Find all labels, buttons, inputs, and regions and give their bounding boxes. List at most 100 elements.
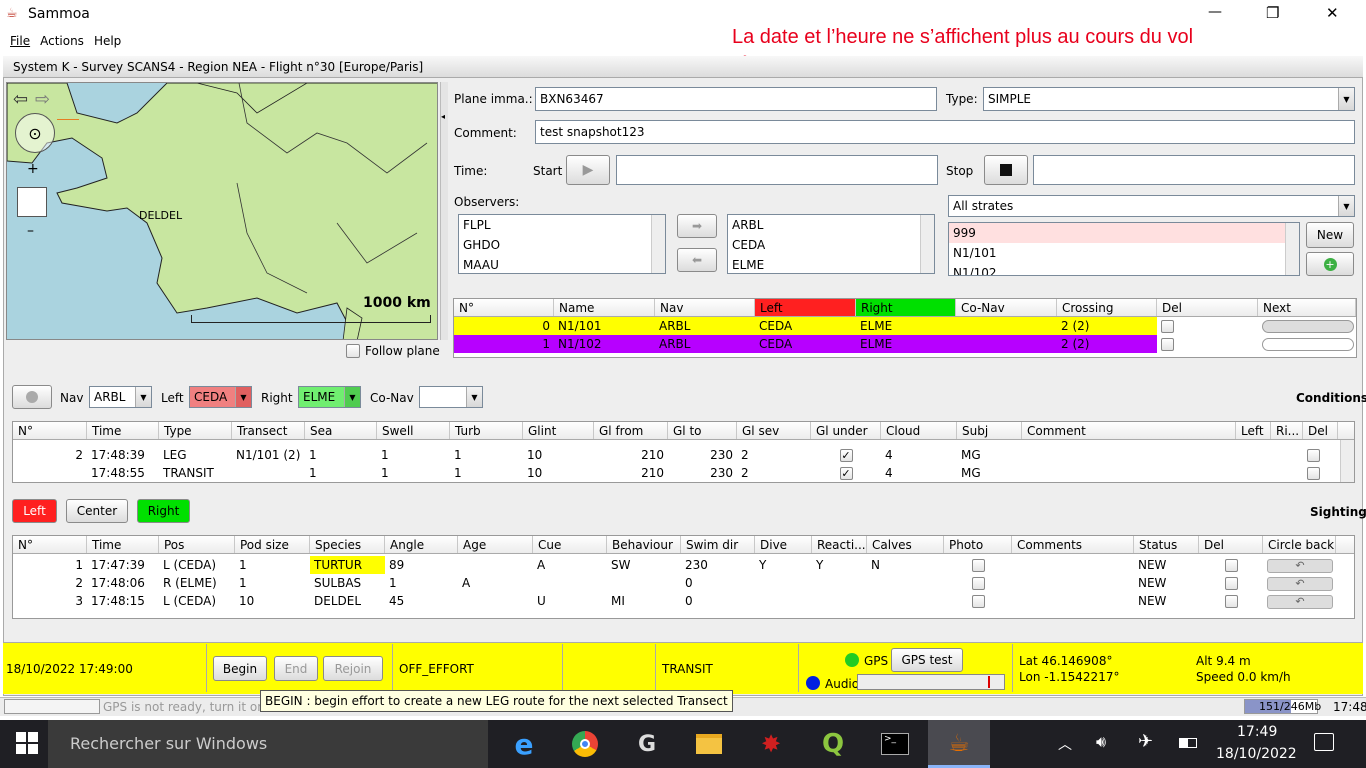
menu-file[interactable]: File xyxy=(10,30,30,52)
col-header[interactable]: Del xyxy=(1199,536,1263,553)
col-header[interactable]: Type xyxy=(159,422,232,439)
col-no[interactable]: N° xyxy=(454,299,554,316)
stop-button[interactable] xyxy=(984,155,1028,185)
photo-checkbox[interactable] xyxy=(944,556,1012,574)
conav-select[interactable]: ▼ xyxy=(419,386,483,408)
col-header[interactable]: Gl sev xyxy=(737,422,811,439)
list-item[interactable]: N1/101 xyxy=(949,243,1299,263)
list-item[interactable]: N1/102 xyxy=(949,263,1299,275)
circle-back-button[interactable]: ↶ xyxy=(1263,592,1336,610)
taskbar-date[interactable]: 18/10/2022 xyxy=(1216,746,1297,762)
chevron-up-icon[interactable]: ︿ xyxy=(1058,734,1072,754)
col-header[interactable]: Gl under xyxy=(811,422,881,439)
list-item[interactable]: 999 xyxy=(949,223,1299,243)
windows-start-icon[interactable] xyxy=(16,732,38,754)
delete-checkbox[interactable] xyxy=(1199,574,1263,592)
col-header[interactable]: Cue xyxy=(533,536,607,553)
col-header[interactable]: Glint xyxy=(523,422,594,439)
col-header[interactable]: Comment xyxy=(1022,422,1236,439)
col-header[interactable]: Dive xyxy=(755,536,812,553)
zoom-slider-icon[interactable] xyxy=(17,187,47,217)
delete-checkbox[interactable] xyxy=(1303,464,1338,482)
table-row[interactable]: 2 17:48:06 R (ELME) 1 SULBAS 1 A 0 NEW ↶ xyxy=(13,574,1354,592)
list-item[interactable]: FLPL xyxy=(459,215,665,235)
col-header[interactable]: Reacti... xyxy=(812,536,867,553)
delete-checkbox[interactable] xyxy=(1157,335,1258,353)
list-item[interactable]: MAAU xyxy=(459,255,665,273)
table-row[interactable]: 3 17:48:15 L (CEDA) 10 DELDEL 45 U MI 0 … xyxy=(13,592,1354,610)
circle-back-button[interactable]: ↶ xyxy=(1263,556,1336,574)
list-item[interactable]: CEDA xyxy=(728,235,934,255)
col-nav[interactable]: Nav xyxy=(655,299,755,316)
add-strate-button[interactable]: + xyxy=(1306,252,1354,276)
pan-control-icon[interactable]: ⊙ xyxy=(15,113,55,153)
table-row[interactable]: 1 N1/102 ARBL CEDA ELME 2 (2) xyxy=(454,335,1356,353)
col-header[interactable]: Species xyxy=(310,536,385,553)
col-header[interactable]: Pod size xyxy=(235,536,310,553)
start-time-field[interactable] xyxy=(616,155,938,185)
circle-back-button[interactable]: ↶ xyxy=(1263,574,1336,592)
col-header[interactable]: Swim dir xyxy=(681,536,755,553)
col-header[interactable]: Circle back xyxy=(1263,536,1336,553)
col-header[interactable]: Ri... xyxy=(1271,422,1303,439)
strates-select[interactable]: All strates ▼ xyxy=(948,195,1355,217)
edge-icon[interactable]: e xyxy=(507,727,541,761)
comment-field[interactable]: test snapshot123 xyxy=(535,120,1355,144)
volume-icon[interactable]: 🔊︎ xyxy=(1096,732,1106,752)
col-conav[interactable]: Co-Nav xyxy=(956,299,1057,316)
right-select[interactable]: ELME ▼ xyxy=(298,386,361,408)
col-header[interactable]: Time xyxy=(87,536,159,553)
delete-checkbox[interactable] xyxy=(1199,592,1263,610)
new-strate-button[interactable]: New xyxy=(1306,222,1354,248)
gl-under-checkbox[interactable]: ✓ xyxy=(811,446,881,464)
record-button[interactable] xyxy=(12,385,52,409)
menu-help[interactable]: Help xyxy=(94,30,121,52)
terminal-icon[interactable]: >_ xyxy=(878,727,912,761)
scrollbar[interactable] xyxy=(1340,440,1354,482)
nav-select[interactable]: ARBL ▼ xyxy=(89,386,152,408)
list-item[interactable]: ARBL xyxy=(728,215,934,235)
photo-checkbox[interactable] xyxy=(944,592,1012,610)
type-select[interactable]: SIMPLE ▼ xyxy=(983,87,1355,111)
col-header[interactable]: Photo xyxy=(944,536,1012,553)
airplane-mode-icon[interactable]: ✈ xyxy=(1138,731,1153,752)
table-row[interactable]: 2 17:48:39 LEG N1/101 (2) 1 1 1 10 210 2… xyxy=(13,446,1354,464)
zoom-out-icon[interactable]: – xyxy=(27,223,34,239)
menu-actions[interactable]: Actions xyxy=(40,30,84,52)
col-header[interactable]: N° xyxy=(13,536,87,553)
col-crossing[interactable]: Crossing xyxy=(1057,299,1157,316)
sighting-right-button[interactable]: Right xyxy=(137,499,190,523)
start-button[interactable]: ▶ xyxy=(566,155,610,185)
splitter-handle[interactable]: ◂ xyxy=(440,82,448,340)
col-header[interactable]: Cloud xyxy=(881,422,957,439)
maximize-button[interactable]: ❐ xyxy=(1266,4,1279,22)
list-item[interactable]: ELME xyxy=(728,255,934,273)
plane-field[interactable]: BXN63467 xyxy=(535,87,937,111)
end-button[interactable]: End xyxy=(274,656,318,681)
map-panel[interactable]: ⇦ ⇨ ⊙ + – DELDEL 1000 km xyxy=(6,82,438,340)
photo-checkbox[interactable] xyxy=(944,574,1012,592)
scrollbar[interactable] xyxy=(1285,223,1299,275)
col-header[interactable]: Time xyxy=(87,422,159,439)
col-header[interactable]: Subj xyxy=(957,422,1022,439)
gps-test-button[interactable]: GPS test xyxy=(891,648,963,672)
stop-time-field[interactable] xyxy=(1033,155,1355,185)
col-header[interactable]: Behaviour xyxy=(607,536,681,553)
chrome-icon[interactable] xyxy=(568,727,602,761)
col-header[interactable]: Age xyxy=(458,536,533,553)
next-button[interactable] xyxy=(1258,317,1356,335)
gl-under-checkbox[interactable]: ✓ xyxy=(811,464,881,482)
observers-available-list[interactable]: FLPL GHDO MAAU xyxy=(458,214,666,274)
delete-checkbox[interactable] xyxy=(1157,317,1258,335)
col-right[interactable]: Right xyxy=(856,299,956,316)
sighting-left-button[interactable]: Left xyxy=(12,499,57,523)
bug-app-icon[interactable]: ✸ xyxy=(754,727,788,761)
table-row[interactable]: 0 N1/101 ARBL CEDA ELME 2 (2) xyxy=(454,317,1356,335)
col-name[interactable]: Name xyxy=(554,299,655,316)
col-del[interactable]: Del xyxy=(1157,299,1258,316)
col-header[interactable]: Swell xyxy=(377,422,450,439)
list-item[interactable]: GHDO xyxy=(459,235,665,255)
follow-plane-checkbox[interactable]: Follow plane xyxy=(346,344,440,358)
col-header[interactable]: Pos xyxy=(159,536,235,553)
table-row[interactable]: 17:48:55 TRANSIT 1 1 1 10 210 230 2 ✓ 4 … xyxy=(13,464,1354,482)
